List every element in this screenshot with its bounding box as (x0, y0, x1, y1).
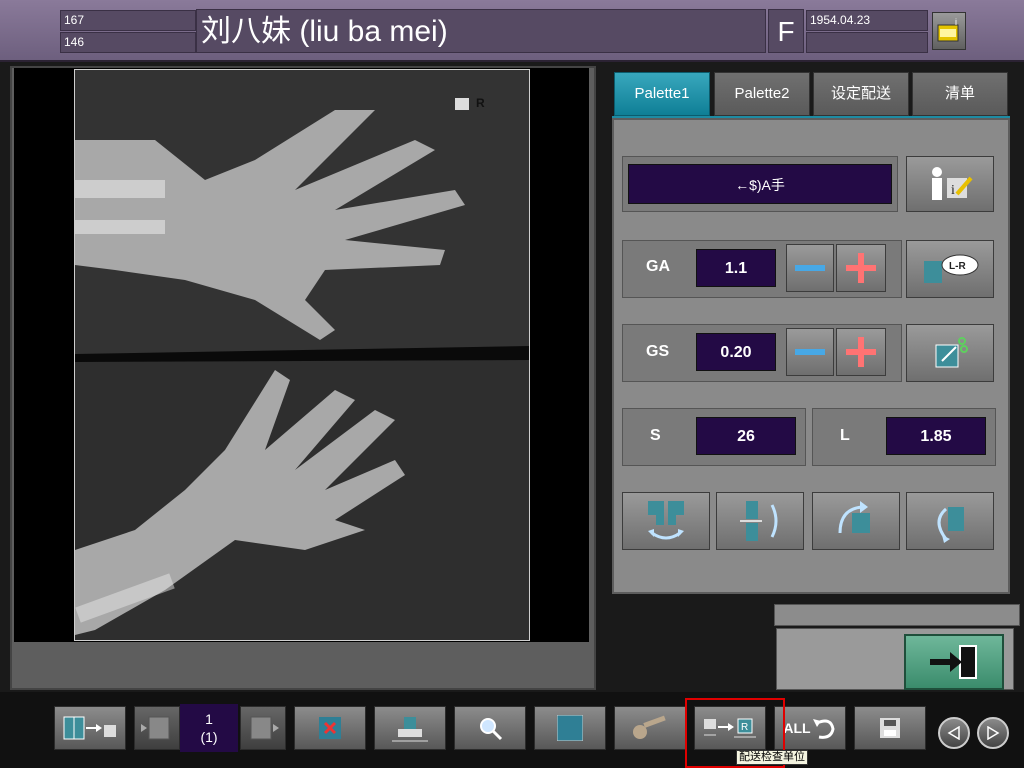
patient-info-button[interactable]: i (932, 12, 966, 50)
lr-flip-icon: L-R (924, 254, 979, 283)
previous-page-button[interactable] (134, 706, 180, 750)
triangle-right-icon (987, 726, 1000, 740)
patient-name: 刘八妹 (liu ba mei) (196, 9, 766, 53)
patient-id-bottom: 146 (60, 32, 196, 53)
birth-date: 1954.04.23 (806, 10, 928, 31)
rotate-left-button[interactable] (812, 492, 900, 550)
gs-increase-button[interactable] (836, 328, 886, 376)
all-label: ALL (783, 720, 811, 736)
page-total: (1) (200, 729, 218, 745)
exit-door-icon (930, 645, 977, 679)
annotate-button[interactable] (906, 324, 994, 382)
floppy-disk-icon (880, 718, 900, 738)
l-label: L (840, 427, 850, 444)
scroll-left-button[interactable] (938, 717, 970, 749)
tab-palette2[interactable]: Palette2 (714, 72, 810, 116)
flip-lr-button[interactable]: L-R (906, 240, 994, 298)
lock-key-button[interactable] (614, 706, 686, 750)
plus-icon (846, 253, 876, 283)
ga-decrease-button[interactable] (786, 244, 834, 292)
exit-button[interactable] (904, 634, 1004, 690)
print-button[interactable] (374, 706, 446, 750)
flip-vertical-button[interactable] (716, 492, 804, 550)
layout-output-button[interactable] (54, 706, 126, 750)
l-value[interactable]: 1.85 (886, 417, 986, 455)
hand-xray-image (75, 70, 529, 640)
layout-send-icon (63, 716, 116, 740)
scroll-right-button[interactable] (977, 717, 1009, 749)
tab-list[interactable]: 清单 (912, 72, 1008, 116)
ga-value[interactable]: 1.1 (696, 249, 776, 287)
page-next-icon (250, 716, 279, 740)
s-value[interactable]: 26 (696, 417, 796, 455)
lr-label: L-R (949, 261, 966, 272)
square-mask-icon (557, 715, 583, 741)
gs-value[interactable]: 0.20 (696, 333, 776, 371)
printer-icon (392, 717, 428, 742)
rotate-right-button[interactable] (906, 492, 994, 550)
minus-icon (795, 349, 825, 355)
plus-icon (846, 337, 876, 367)
patient-sex: F (768, 9, 804, 53)
tab-delivery-settings[interactable]: 设定配送 (813, 72, 909, 116)
next-page-button[interactable] (240, 706, 286, 750)
page-counter: 1 (1) (180, 704, 238, 752)
tab-palette1[interactable]: Palette1 (614, 72, 710, 116)
undo-rotate-icon (812, 719, 835, 739)
save-button[interactable] (854, 706, 926, 750)
gs-decrease-button[interactable] (786, 328, 834, 376)
flip-horizontal-button[interactable] (622, 492, 710, 550)
key-icon (633, 715, 666, 739)
ga-increase-button[interactable] (836, 244, 886, 292)
delete-image-button[interactable] (294, 706, 366, 750)
rotate-left-icon (838, 501, 870, 534)
film-side-marker: R (476, 96, 485, 110)
person-edit-icon: i (932, 167, 973, 200)
flip-vertical-icon (740, 501, 778, 541)
tooltip: 配送检查单位 (736, 750, 808, 765)
gs-label: GS (646, 343, 670, 360)
annotate-edit-icon (935, 337, 968, 368)
exam-name-field[interactable]: ←$)A手 (628, 164, 892, 204)
svg-text:i: i (951, 183, 955, 198)
mask-button[interactable] (534, 706, 606, 750)
xray-film[interactable] (74, 69, 530, 641)
minus-icon (795, 265, 825, 271)
page-prev-icon (141, 716, 170, 740)
flip-horizontal-icon (648, 501, 684, 540)
patient-id-top: 167 (60, 10, 196, 31)
s-label: S (650, 427, 661, 444)
ga-label: GA (646, 258, 670, 275)
svg-text:i: i (955, 17, 957, 27)
rotate-right-icon (937, 507, 964, 543)
page-number: 1 (205, 711, 213, 727)
edit-info-button[interactable]: i (906, 156, 994, 212)
zoom-button[interactable] (454, 706, 526, 750)
folder-info-icon: i (937, 17, 959, 42)
magnifier-icon (480, 718, 503, 741)
delete-x-icon (319, 717, 341, 739)
birth-date-line2 (806, 32, 928, 53)
triangle-left-icon (947, 726, 960, 740)
status-strip (774, 604, 1020, 626)
